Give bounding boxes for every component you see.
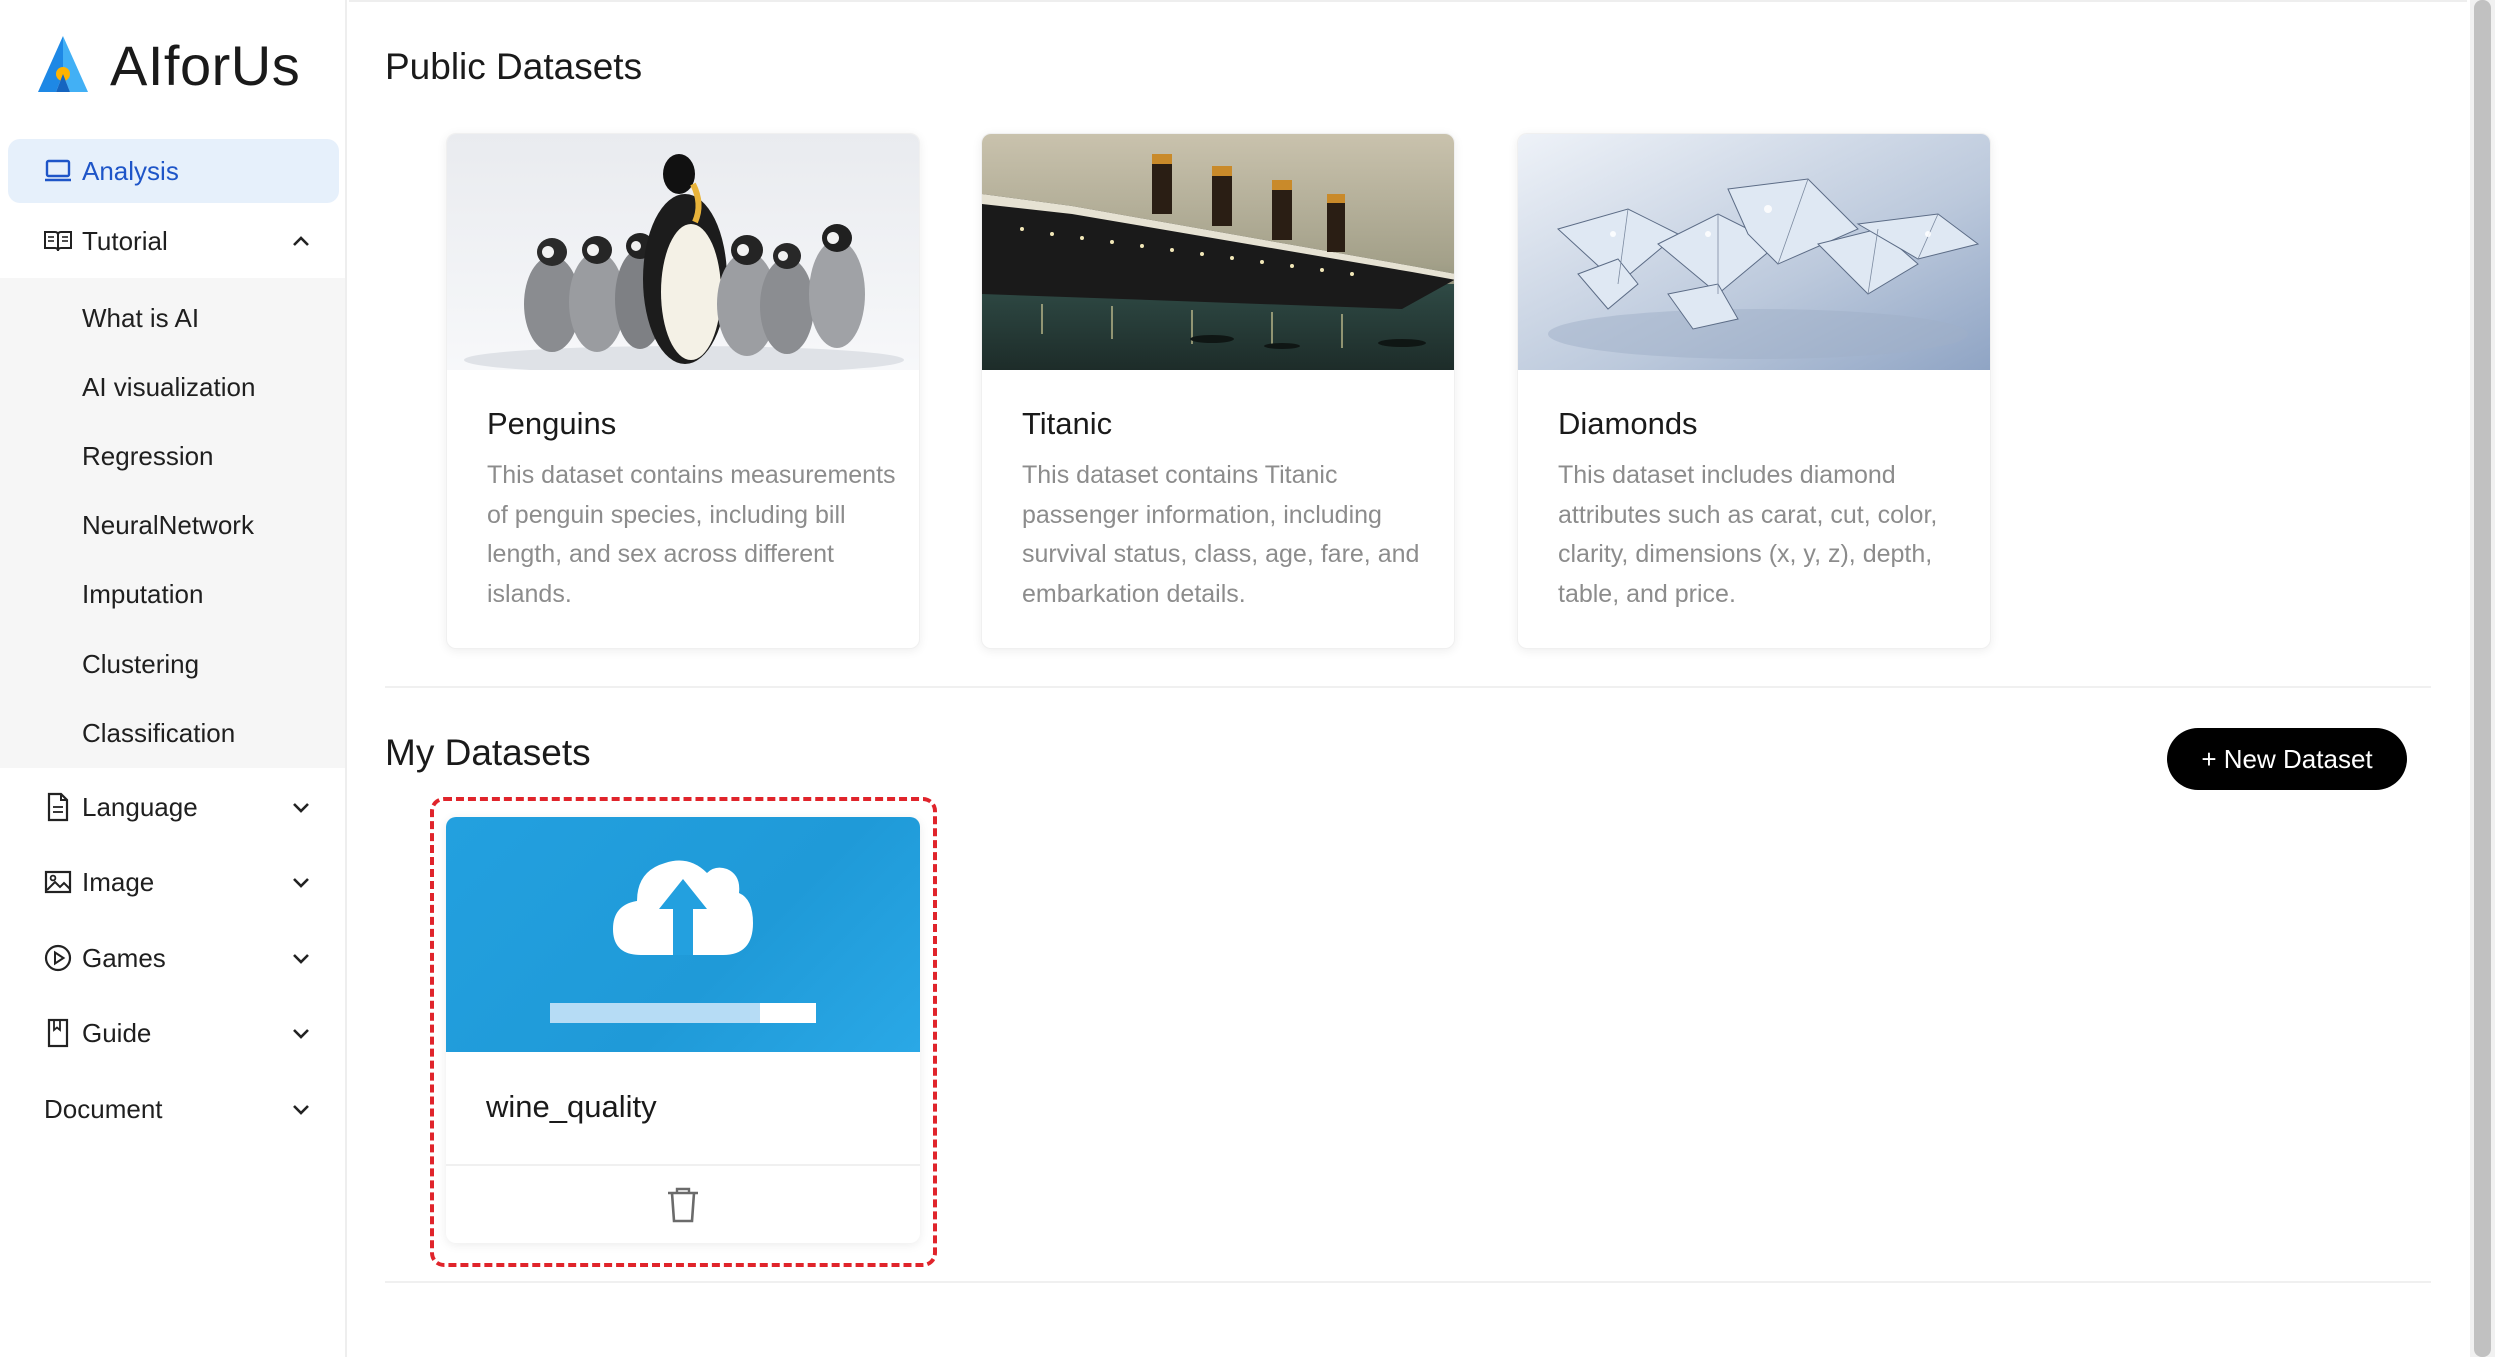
laptop-icon [42,155,74,187]
dataset-card-titanic[interactable]: Titanic This dataset contains Titanic pa… [981,133,1455,649]
app-logo[interactable]: AIforUs [30,30,300,100]
scrollbar-thumb[interactable] [2474,0,2491,1357]
image-icon [42,866,74,898]
upload-progress-track [550,1003,816,1023]
chevron-down-icon[interactable] [289,795,313,819]
submenu-item-regression[interactable]: Regression [82,436,214,476]
sidebar-item-document[interactable]: Document [0,1077,347,1141]
chevron-down-icon[interactable] [289,946,313,970]
chevron-down-icon[interactable] [289,870,313,894]
trash-icon[interactable] [665,1186,701,1224]
dataset-card-title: Penguins [487,406,617,441]
dataset-card-title: wine_quality [486,1089,657,1124]
sidebar-item-label: Guide [82,1017,152,1048]
submenu-item-what-is-ai[interactable]: What is AI [82,298,199,338]
sidebar: AIforUs Analysis Tutorial What is AI AI … [0,0,347,1357]
dataset-card-description: This dataset contains measurements of pe… [487,461,896,608]
sidebar-item-guide[interactable]: Guide [0,1001,347,1065]
sidebar-item-label: Games [82,942,166,973]
dataset-card-description: This dataset contains Titanic passenger … [1022,461,1420,608]
sidebar-item-games[interactable]: Games [0,926,347,990]
penguins-photo [447,134,919,370]
my-datasets-title: My Datasets [385,732,591,773]
new-dataset-button[interactable]: + New Dataset [2167,728,2407,790]
upload-banner [446,817,920,1052]
sidebar-item-image[interactable]: Image [0,850,347,914]
sidebar-item-analysis[interactable]: Analysis [8,139,339,203]
titanic-painting [982,134,1454,370]
logo-text: AIforUs [110,33,301,97]
submenu-item-imputation[interactable]: Imputation [82,574,203,614]
sidebar-item-label: Analysis [82,155,179,186]
sidebar-item-label: Image [82,866,155,897]
dataset-card-penguins[interactable]: Penguins This dataset contains measureme… [446,133,920,649]
dataset-card-title: Titanic [1022,406,1113,441]
bottom-divider [385,1281,2431,1283]
document-icon [42,791,74,823]
chevron-up-icon[interactable] [289,229,313,253]
dataset-card-description: This dataset includes diamond attributes… [1558,461,1938,608]
submenu-item-ai-visualization[interactable]: AI visualization [82,367,255,407]
play-circle-icon [42,942,74,974]
sidebar-item-language[interactable]: Language [0,775,347,839]
submenu-item-clustering[interactable]: Clustering [82,644,199,684]
bookmark-book-icon [42,1017,74,1049]
tutorial-submenu: What is AI AI visualization Regression N… [0,278,345,768]
dataset-card-wine-quality[interactable]: wine_quality [446,817,920,1243]
submenu-item-neuralnetwork[interactable]: NeuralNetwork [82,505,254,545]
sidebar-item-label: Document [44,1093,163,1124]
section-divider [385,686,2431,688]
upload-progress-fill [550,1003,761,1023]
chevron-down-icon[interactable] [289,1097,313,1121]
chevron-down-icon[interactable] [289,1021,313,1045]
card-footer [446,1164,920,1243]
dataset-card-diamonds[interactable]: Diamonds This dataset includes diamond a… [1517,133,1991,649]
public-datasets-title: Public Datasets [385,46,643,87]
logo-mark-icon [38,36,88,92]
submenu-item-classification[interactable]: Classification [82,713,235,753]
dataset-card-title: Diamonds [1558,406,1698,441]
book-open-icon [42,225,74,257]
sidebar-item-tutorial[interactable]: Tutorial [0,209,347,273]
vertical-scrollbar[interactable] [2470,0,2495,1357]
sidebar-item-label: Language [82,791,198,822]
diamonds-photo [1518,134,1990,370]
cloud-upload-icon [613,860,753,955]
sidebar-item-label: Tutorial [82,225,168,256]
